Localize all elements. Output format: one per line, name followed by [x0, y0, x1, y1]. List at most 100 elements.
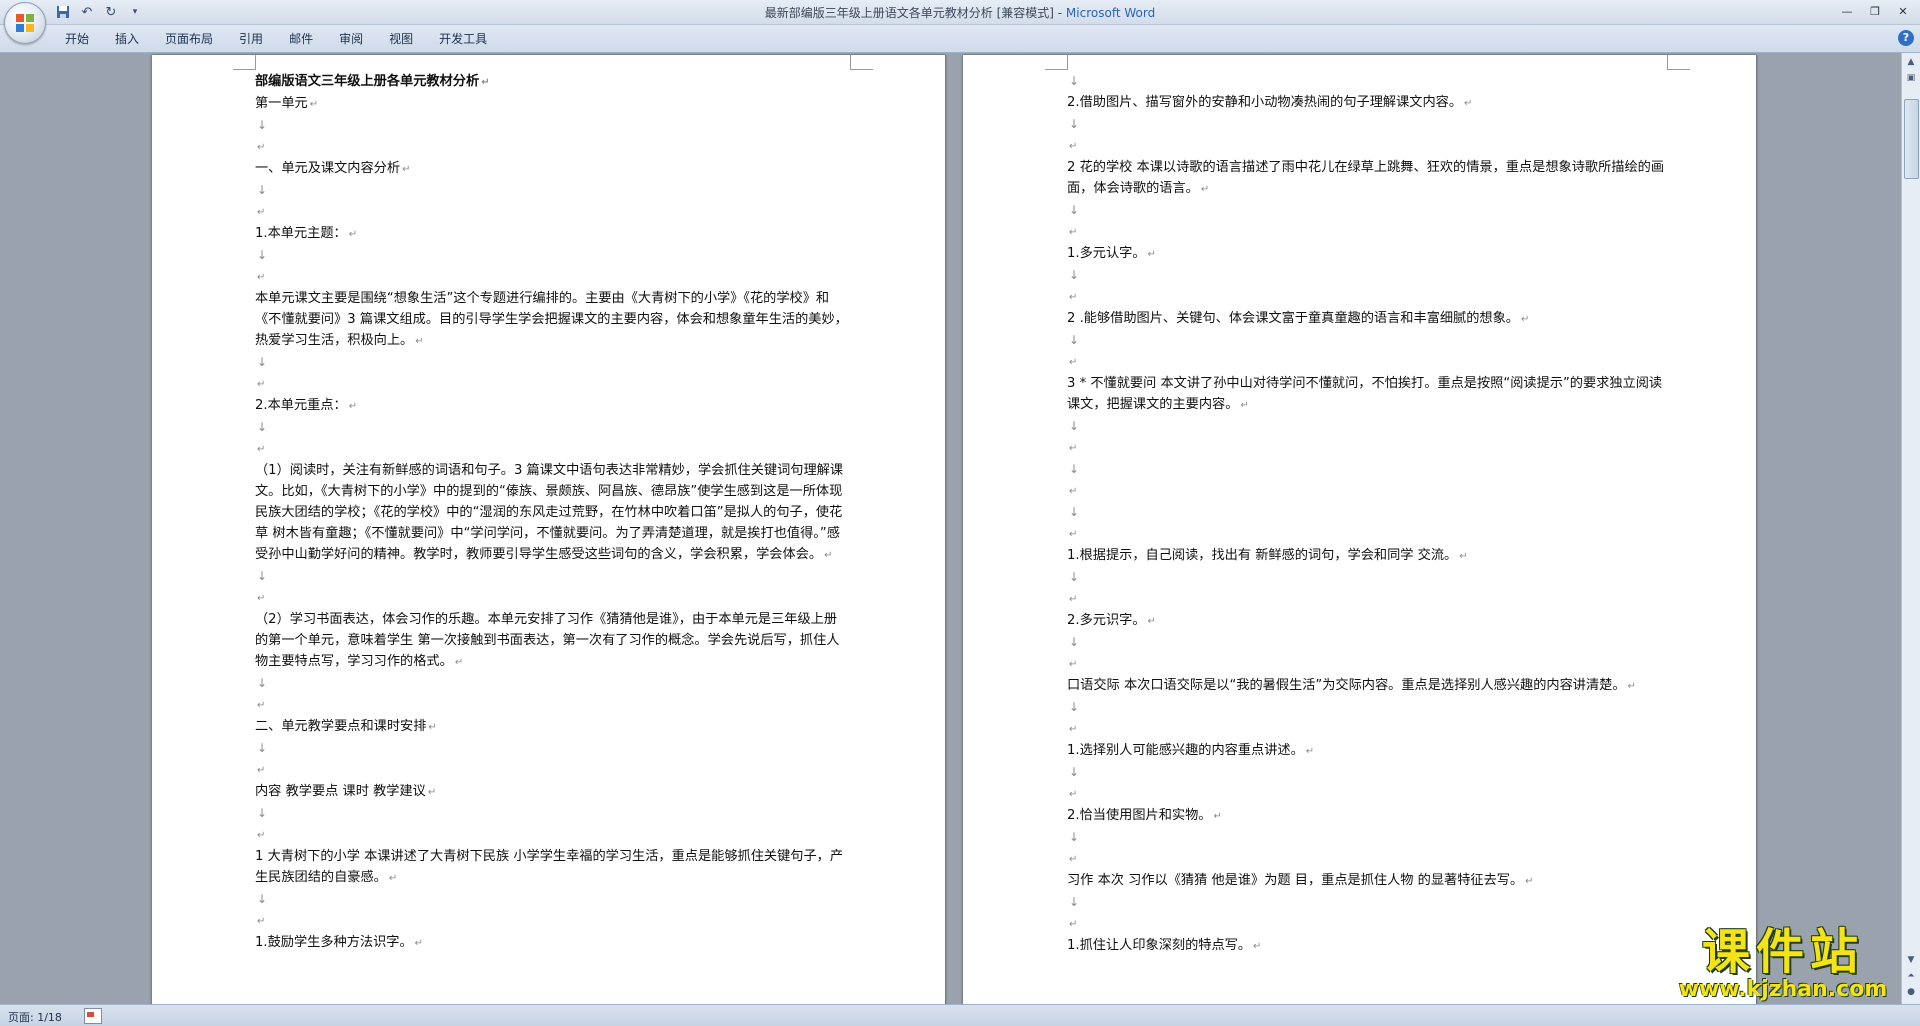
document-paragraph[interactable]: 2.借助图片、描写窗外的安静和小动物凑热闹的句子理解课文内容。: [1067, 92, 1667, 114]
document-paragraph[interactable]: [255, 201, 850, 223]
document-paragraph[interactable]: [1067, 351, 1667, 373]
tab-mailings[interactable]: 邮件: [276, 30, 326, 48]
document-paragraph[interactable]: 1.鼓励学生多种方法识字。: [255, 932, 850, 954]
document-paragraph[interactable]: [1067, 265, 1667, 286]
document-paragraph[interactable]: [255, 115, 850, 136]
document-paragraph[interactable]: [1067, 200, 1667, 221]
document-paragraph[interactable]: 3 * 不懂就要问 本文讲了孙中山对待学问不懂就问，不怕挨打。重点是按照“阅读提…: [1067, 373, 1667, 416]
document-paragraph[interactable]: [1067, 848, 1667, 870]
document-paragraph[interactable]: 2 花的学校 本课以诗歌的语言描述了雨中花儿在绿草上跳舞、狂欢的情景，重点是想象…: [1067, 157, 1667, 200]
document-paragraph[interactable]: [255, 673, 850, 694]
document-paragraph[interactable]: [255, 889, 850, 910]
proofing-icon[interactable]: [84, 1008, 102, 1024]
tab-references[interactable]: 引用: [226, 30, 276, 48]
tab-developer[interactable]: 开发工具: [426, 30, 500, 48]
document-paragraph[interactable]: [1067, 330, 1667, 351]
previous-page-icon[interactable]: ⏶: [1904, 969, 1918, 983]
browse-object-icon[interactable]: ●: [1904, 985, 1918, 999]
scroll-down-icon[interactable]: ▼: [1904, 953, 1918, 967]
tab-view[interactable]: 视图: [376, 30, 426, 48]
document-paragraph[interactable]: [255, 803, 850, 824]
vertical-scrollbar[interactable]: ▲ ▣ ▼ ⏶ ●: [1901, 53, 1920, 1004]
scroll-up-icon[interactable]: ▲: [1904, 55, 1918, 69]
document-paragraph[interactable]: [1067, 221, 1667, 243]
document-paragraph[interactable]: 本单元课文主要是围绕“想象生活”这个专题进行编排的。主要由《大青树下的小学》《花…: [255, 288, 850, 352]
document-paragraph[interactable]: [255, 566, 850, 587]
document-paragraph[interactable]: [1067, 827, 1667, 848]
document-paragraph[interactable]: [1067, 480, 1667, 502]
document-paragraph[interactable]: 内容 教学要点 课时 教学建议: [255, 781, 850, 803]
document-paragraph[interactable]: [1067, 567, 1667, 588]
document-paragraph[interactable]: [255, 136, 850, 158]
document-paragraph[interactable]: [255, 266, 850, 288]
document-paragraph[interactable]: （1）阅读时，关注有新鲜感的词语和句子。3 篇课文中语句表达非常精妙，学会抓住关…: [255, 460, 850, 566]
document-paragraph[interactable]: 习作 本次 习作以《猜猜 他是谁》为题 目，重点是抓住人物 的显著特征去写。: [1067, 870, 1667, 892]
document-paragraph[interactable]: [1067, 459, 1667, 480]
document-paragraph[interactable]: [255, 587, 850, 609]
document-paragraph[interactable]: 1.本单元主题：: [255, 223, 850, 245]
document-paragraph[interactable]: [1067, 653, 1667, 675]
help-icon[interactable]: ?: [1898, 30, 1914, 46]
document-paragraph[interactable]: [255, 438, 850, 460]
tab-page-layout[interactable]: 页面布局: [152, 30, 226, 48]
document-paragraph[interactable]: [1067, 502, 1667, 523]
document-paragraph[interactable]: [1067, 523, 1667, 545]
document-paragraph[interactable]: 一、单元及课文内容分析: [255, 158, 850, 180]
document-paragraph[interactable]: （2）学习书面表达，体会习作的乐趣。本单元安排了习作《猜猜他是谁》，由于本单元是…: [255, 609, 850, 673]
document-paragraph[interactable]: 2.本单元重点：: [255, 395, 850, 417]
document-paragraph[interactable]: [1067, 416, 1667, 437]
restore-button[interactable]: ❐: [1862, 2, 1888, 20]
document-paragraph[interactable]: [255, 180, 850, 201]
document-paragraph[interactable]: [1067, 632, 1667, 653]
tab-home[interactable]: 开始: [52, 30, 102, 48]
document-paragraph[interactable]: [1067, 588, 1667, 610]
document-paragraph[interactable]: [255, 910, 850, 932]
document-paragraph[interactable]: [1067, 783, 1667, 805]
document-paragraph[interactable]: [1067, 762, 1667, 783]
document-paragraph[interactable]: 1.选择别人可能感兴趣的内容重点讲述。: [1067, 740, 1667, 762]
page-indicator[interactable]: 页面: 1/18: [8, 1009, 62, 1025]
document-page[interactable]: 部编版语文三年级上册各单元教材分析第一单元一、单元及课文内容分析 1.本单元主题：…: [152, 55, 945, 1004]
document-paragraph[interactable]: [1067, 913, 1667, 935]
document-paragraph[interactable]: [255, 759, 850, 781]
site-watermark-logo: 课件站 www.kjzhan.com: [1668, 926, 1898, 1002]
document-paragraph[interactable]: 1 大青树下的小学 本课讲述了大青树下民族 小学学生幸福的学习生活，重点是能够抓…: [255, 846, 850, 889]
document-paragraph[interactable]: [255, 694, 850, 716]
document-paragraph[interactable]: [255, 245, 850, 266]
document-paragraph[interactable]: 二、单元教学要点和课时安排: [255, 716, 850, 738]
document-paragraph[interactable]: [255, 738, 850, 759]
close-button[interactable]: ✕: [1890, 2, 1916, 20]
document-paragraph[interactable]: [255, 373, 850, 395]
document-paragraph[interactable]: 口语交际 本次口语交际是以“我的暑假生活”为交际内容。重点是选择别人感兴趣的内容…: [1067, 675, 1667, 697]
document-paragraph[interactable]: 2.多元识字。: [1067, 610, 1667, 632]
document-paragraph[interactable]: 2 .能够借助图片、关键句、体会课文富于童真童趣的语言和丰富细腻的想象。: [1067, 308, 1667, 330]
document-paragraph[interactable]: [1067, 892, 1667, 913]
document-paragraph[interactable]: [1067, 718, 1667, 740]
scrollbar-thumb[interactable]: [1904, 99, 1919, 179]
document-paragraph[interactable]: 1.多元认字。: [1067, 243, 1667, 265]
document-paragraph[interactable]: 2.恰当使用图片和实物。: [1067, 805, 1667, 827]
document-paragraph[interactable]: 1.抓住让人印象深刻的特点写。: [1067, 935, 1667, 957]
document-paragraph[interactable]: [1067, 697, 1667, 718]
page-text[interactable]: 部编版语文三年级上册各单元教材分析第一单元一、单元及课文内容分析 1.本单元主题：…: [255, 71, 850, 954]
tab-insert[interactable]: 插入: [102, 30, 152, 48]
document-paragraph[interactable]: [255, 352, 850, 373]
document-paragraph[interactable]: [1067, 135, 1667, 157]
document-paragraph[interactable]: 1.根据提示，自己阅读，找出有 新鲜感的词句，学会和同学 交流。: [1067, 545, 1667, 567]
document-title-heading[interactable]: 部编版语文三年级上册各单元教材分析: [255, 71, 850, 93]
page-text[interactable]: 2.借助图片、描写窗外的安静和小动物凑热闹的句子理解课文内容。 2 花的学校 本课…: [1067, 71, 1667, 957]
document-paragraph[interactable]: 第一单元: [255, 93, 850, 115]
document-paragraph[interactable]: [1067, 71, 1667, 92]
document-paragraph[interactable]: [255, 417, 850, 438]
document-paragraph[interactable]: [255, 824, 850, 846]
document-workspace[interactable]: 部编版语文三年级上册各单元教材分析第一单元一、单元及课文内容分析 1.本单元主题：…: [0, 53, 1902, 1004]
ruler-toggle-icon[interactable]: ▣: [1904, 71, 1918, 85]
document-paragraph[interactable]: [1067, 114, 1667, 135]
document-page[interactable]: 2.借助图片、描写窗外的安静和小动物凑热闹的句子理解课文内容。 2 花的学校 本课…: [963, 55, 1756, 1004]
office-button[interactable]: [4, 2, 46, 44]
tab-review[interactable]: 审阅: [326, 30, 376, 48]
document-paragraph[interactable]: [1067, 437, 1667, 459]
minimize-button[interactable]: —: [1834, 2, 1860, 20]
document-paragraph[interactable]: [1067, 286, 1667, 308]
window-title: 最新部编版三年级上册语文各单元教材分析 [兼容模式] - Microsoft W…: [0, 4, 1920, 21]
